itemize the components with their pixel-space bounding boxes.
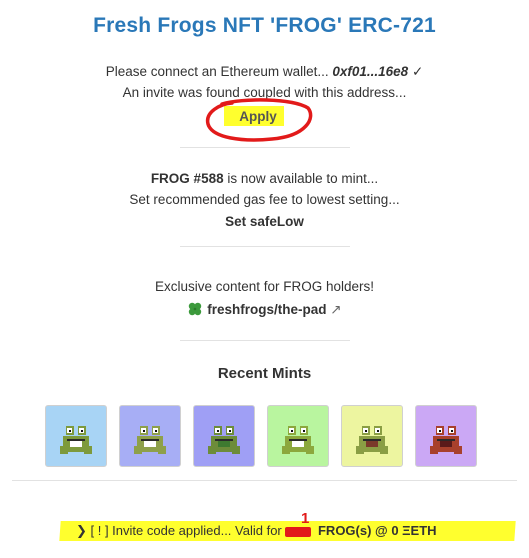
frog-thumbnail[interactable] <box>341 405 403 467</box>
frog-thumbnail[interactable] <box>267 405 329 467</box>
frog-image <box>208 426 240 454</box>
divider <box>180 246 350 247</box>
apply-area: Apply <box>202 96 316 144</box>
recent-mints-gallery <box>45 405 485 469</box>
red-circle-annotation <box>205 98 313 142</box>
the-pad-link[interactable]: freshfrogs/the-pad <box>207 302 326 317</box>
frog-image <box>282 426 314 454</box>
clover-icon <box>187 301 203 320</box>
frog-image <box>60 426 92 454</box>
gas-fee-text: Set recommended gas fee to lowest settin… <box>129 192 400 207</box>
frog-image <box>134 426 166 454</box>
redaction-mark <box>285 526 312 537</box>
wallet-address[interactable]: 0xf01...16e8 <box>332 64 408 79</box>
divider <box>12 480 517 481</box>
divider <box>180 147 350 148</box>
invite-status-suffix: FROG(s) @ 0 ΞETH <box>314 523 437 538</box>
frog-image <box>356 426 388 454</box>
exclusive-content-text: Exclusive content for FROG holders! <box>154 279 375 294</box>
invite-status-prefix: ❯ [ ! ] Invite code applied... Valid for <box>76 523 286 538</box>
frog-thumbnail[interactable] <box>119 405 181 467</box>
wallet-connect-text: Please connect an Ethereum wallet... <box>105 64 329 79</box>
mint-available-line: FROG #588 is now available to mint... <box>0 171 529 186</box>
mint-available-text: is now available to mint... <box>223 171 379 186</box>
page-title: Fresh Frogs NFT 'FROG' ERC-721 <box>93 14 436 37</box>
check-icon: ✓ <box>411 64 424 79</box>
the-pad-link-row: freshfrogs/the-pad ↗ <box>0 301 529 320</box>
invite-status-bar: 1 ❯ [ ! ] Invite code applied... Valid f… <box>59 510 516 544</box>
frog-image <box>430 426 462 454</box>
frog-thumbnail[interactable] <box>193 405 255 467</box>
frog-thumbnail[interactable] <box>415 405 477 467</box>
wallet-connect-line: Please connect an Ethereum wallet... 0xf… <box>0 64 529 80</box>
set-safelow-button[interactable]: Set safeLow <box>0 214 529 229</box>
frog-thumbnail[interactable] <box>45 405 107 467</box>
frog-token-id: FROG #588 <box>150 171 224 186</box>
divider <box>180 340 350 341</box>
external-link-icon[interactable]: ↗ <box>330 302 341 317</box>
recent-mints-title: Recent Mints <box>217 365 312 382</box>
invite-status-text: ❯ [ ! ] Invite code applied... Valid for… <box>76 523 437 539</box>
